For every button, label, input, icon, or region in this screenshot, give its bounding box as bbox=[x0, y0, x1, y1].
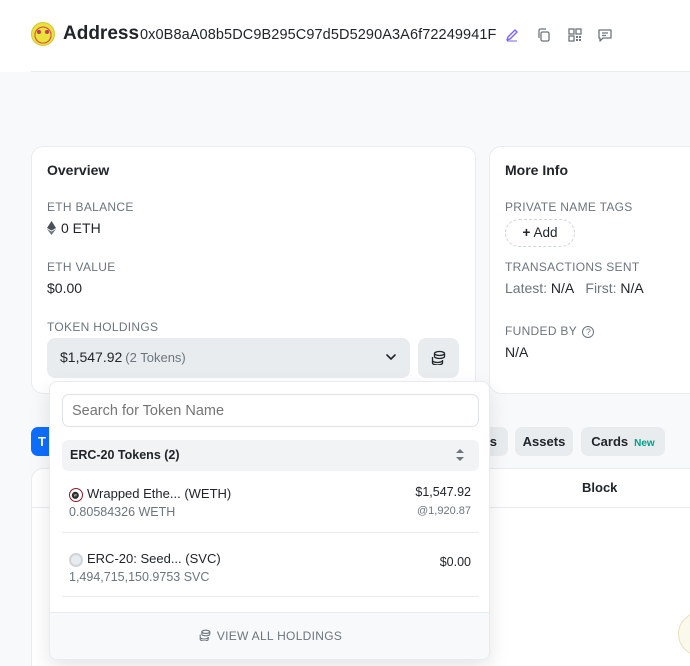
eth-value-label: ETH VALUE bbox=[47, 260, 116, 274]
chevron-down-icon bbox=[384, 350, 398, 364]
token-price: @1,920.87 bbox=[417, 505, 471, 517]
funded-by-value: N/A bbox=[505, 344, 529, 360]
add-name-tag-button[interactable]: + Add bbox=[505, 219, 575, 247]
token-name: ERC-20: Seed... (SVC) bbox=[87, 551, 221, 566]
token-balance: 0.80584326 WETH bbox=[69, 505, 176, 519]
first-label: First: bbox=[585, 280, 617, 296]
tab-cards-label: Cards bbox=[591, 434, 629, 449]
comment-icon[interactable] bbox=[597, 27, 613, 43]
coins-stack-icon bbox=[431, 350, 446, 365]
address-hash[interactable]: 0x0B8aA08b5DC9B295C97d5D5290A3A6f7224994… bbox=[140, 27, 497, 43]
address-avatar bbox=[31, 22, 55, 46]
qr-code-icon[interactable] bbox=[567, 27, 583, 43]
overview-title: Overview bbox=[47, 162, 110, 178]
copy-icon[interactable] bbox=[536, 27, 552, 43]
token-name: Wrapped Ethe... (WETH) bbox=[87, 486, 232, 501]
token-holdings-panel: ERC-20 Tokens (2) W Wrapped Ethe... (WET… bbox=[49, 381, 490, 660]
erc20-group-title: ERC-20 Tokens (2) bbox=[70, 448, 180, 462]
token-holdings-button[interactable] bbox=[418, 338, 459, 378]
sort-icon[interactable] bbox=[455, 448, 465, 462]
plus-icon: + bbox=[522, 225, 531, 240]
page-header: Address 0x0B8aA08b5DC9B295C97d5D5290A3A6… bbox=[0, 0, 690, 72]
page-title: Address bbox=[63, 23, 140, 44]
latest-label: Latest: bbox=[505, 280, 548, 296]
token-holdings-dropdown[interactable]: $1,547.92 (2 Tokens) bbox=[47, 338, 410, 378]
token-placeholder-icon bbox=[69, 553, 83, 567]
erc20-group-header[interactable]: ERC-20 Tokens (2) bbox=[62, 440, 479, 471]
transactions-sent-values: Latest: N/A First: N/A bbox=[505, 280, 644, 296]
coins-stack-icon bbox=[199, 629, 211, 642]
funded-by-label: FUNDED BY ? bbox=[505, 324, 595, 338]
eth-value: $0.00 bbox=[47, 280, 83, 296]
transactions-sent-label: TRANSACTIONS SENT bbox=[505, 260, 640, 274]
first-value: N/A bbox=[620, 280, 644, 296]
tab-assets[interactable]: Assets bbox=[515, 427, 573, 456]
add-button-label: Add bbox=[533, 225, 558, 240]
svg-text:W: W bbox=[73, 493, 76, 497]
token-search-input[interactable] bbox=[62, 394, 479, 427]
token-balance: 1,494,715,150.9753 SVC bbox=[69, 570, 210, 584]
header-divider bbox=[31, 71, 690, 72]
token-holdings-total: $1,547.92 (2 Tokens) bbox=[60, 349, 186, 365]
eth-balance-label: ETH BALANCE bbox=[47, 200, 134, 214]
tab-transactions[interactable]: T bbox=[31, 427, 51, 456]
view-all-holdings-button[interactable]: VIEW ALL HOLDINGS bbox=[50, 612, 489, 659]
edit-icon[interactable] bbox=[504, 27, 520, 43]
token-count: (2 Tokens) bbox=[125, 350, 186, 365]
tab-cards[interactable]: Cards New bbox=[581, 427, 665, 456]
new-badge: New bbox=[634, 438, 655, 449]
row-divider bbox=[62, 596, 479, 597]
latest-value: N/A bbox=[550, 280, 574, 296]
token-value: $0.00 bbox=[439, 555, 471, 569]
token-value: $1,547.92 bbox=[415, 485, 471, 499]
weth-icon: W bbox=[69, 488, 83, 502]
row-divider bbox=[62, 532, 479, 533]
more-info-title: More Info bbox=[505, 162, 568, 178]
token-row-weth[interactable]: W Wrapped Ethe... (WETH) 0.80584326 WETH… bbox=[62, 480, 479, 540]
help-icon[interactable]: ? bbox=[582, 326, 595, 338]
token-holdings-label: TOKEN HOLDINGS bbox=[47, 320, 159, 334]
private-name-tags-label: PRIVATE NAME TAGS bbox=[505, 200, 633, 214]
block-column-header: Block bbox=[582, 480, 618, 495]
view-all-holdings-label: VIEW ALL HOLDINGS bbox=[216, 629, 343, 643]
eth-balance-value: 0 ETH bbox=[61, 220, 101, 236]
ethereum-icon bbox=[47, 221, 56, 235]
